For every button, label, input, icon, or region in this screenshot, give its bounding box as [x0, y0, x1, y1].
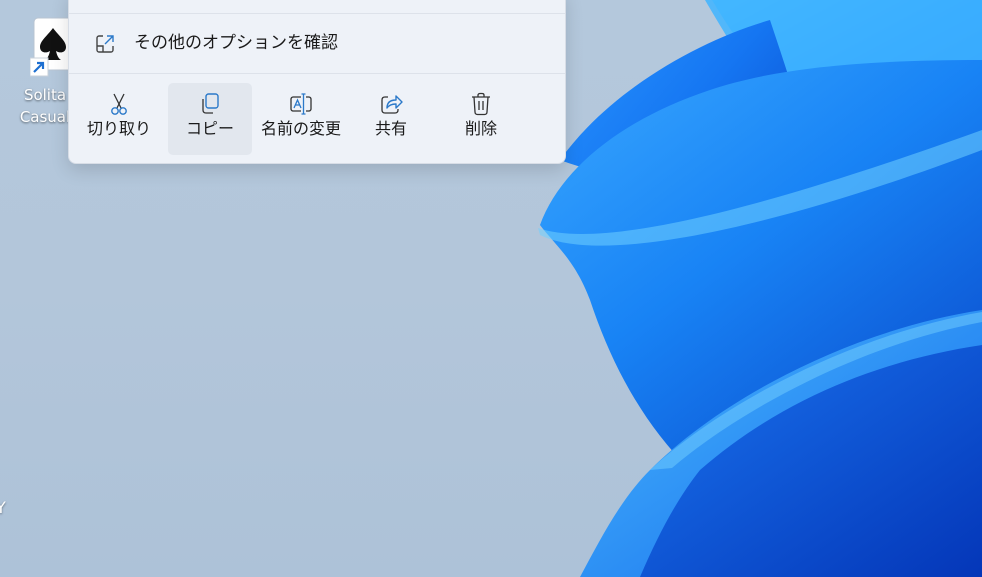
- rename-label: 名前の変更: [260, 119, 341, 138]
- share-label: 共有: [374, 119, 407, 138]
- menu-divider: [69, 73, 565, 74]
- copy-label: コピー: [185, 119, 234, 138]
- open-external-icon: [96, 35, 114, 53]
- copy-button[interactable]: コピー: [168, 83, 252, 155]
- context-menu-actions: 切り取り コピー 名前の変更 共有 削除: [77, 83, 557, 155]
- menu-divider: [69, 13, 565, 14]
- rename-icon: [290, 93, 312, 115]
- trash-icon: [472, 92, 490, 116]
- cut-label: 切り取り: [86, 119, 151, 138]
- cut-button[interactable]: 切り取り: [77, 83, 161, 155]
- delete-label: 削除: [464, 119, 497, 138]
- desktop[interactable]: Solita Casual Y その他のオプションを確認 切り取り コピー 名前…: [0, 0, 982, 577]
- show-more-options-item[interactable]: その他のオプションを確認: [79, 23, 555, 63]
- copy-icon: [202, 93, 219, 114]
- context-menu: その他のオプションを確認 切り取り コピー 名前の変更 共有 削除: [68, 0, 566, 164]
- scissors-icon: [111, 93, 127, 115]
- rename-button[interactable]: 名前の変更: [259, 83, 343, 155]
- delete-button[interactable]: 削除: [439, 83, 523, 155]
- show-more-options-label: その他のオプションを確認: [134, 33, 338, 53]
- desktop-icon-solitaire[interactable]: Solita Casual: [0, 10, 73, 140]
- share-icon: [381, 95, 403, 114]
- share-button[interactable]: 共有: [349, 83, 433, 155]
- partial-desktop-label: Y: [0, 498, 6, 517]
